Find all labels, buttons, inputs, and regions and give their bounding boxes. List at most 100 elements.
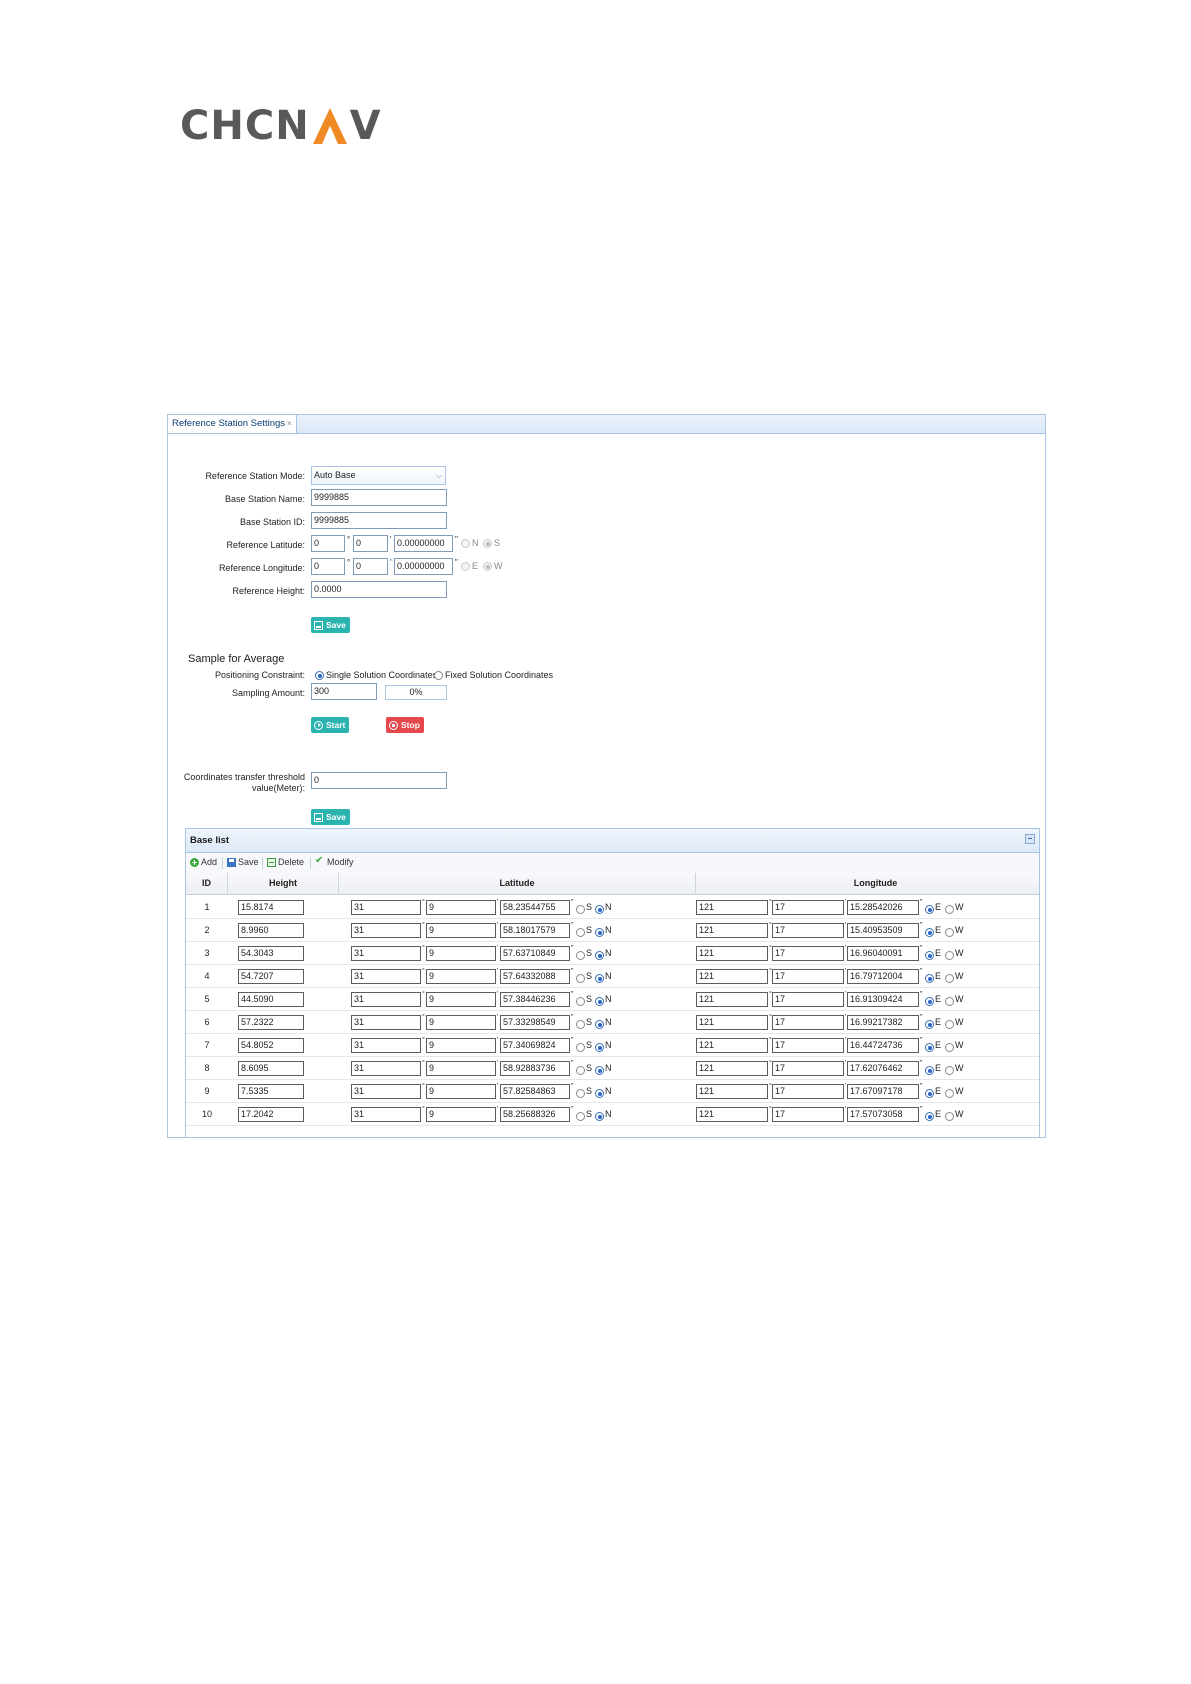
row-lon-minute-input[interactable]: 17 [772, 1015, 844, 1030]
row-lat-second-input[interactable]: 57.34069824 [500, 1038, 570, 1053]
row-lat-minute-input[interactable]: 9 [426, 900, 496, 915]
row-lat-s-radio[interactable] [576, 1112, 585, 1121]
row-lat-degree-input[interactable]: 31 [351, 1061, 421, 1076]
row-lon-w-radio[interactable] [945, 1066, 954, 1075]
row-lon-e-radio[interactable] [925, 1020, 934, 1029]
row-lon-degree-input[interactable]: 121 [696, 1038, 768, 1053]
tab-close-icon[interactable]: × [287, 419, 292, 428]
row-lat-second-input[interactable]: 57.64332088 [500, 969, 570, 984]
row-lat-n-radio[interactable] [595, 1043, 604, 1052]
row-lat-degree-input[interactable]: 31 [351, 1084, 421, 1099]
row-lon-second-input[interactable]: 16.44724736 [847, 1038, 919, 1053]
row-lon-second-input[interactable]: 17.67097178 [847, 1084, 919, 1099]
row-lat-minute-input[interactable]: 9 [426, 1061, 496, 1076]
table-row[interactable]: 7 54.8052 31 ° 9 ' 57.34069824 " S N 121 ° 17 ' 16.447… [186, 1034, 1039, 1057]
row-lat-s-radio[interactable] [576, 1020, 585, 1029]
threshold-save-button[interactable]: Save [311, 809, 350, 825]
latitude-minute-input[interactable]: 0 [353, 535, 388, 552]
row-height-input[interactable]: 57.2322 [238, 1015, 304, 1030]
row-lat-n-radio[interactable] [595, 1089, 604, 1098]
row-lat-second-input[interactable]: 57.63710849 [500, 946, 570, 961]
row-lon-w-radio[interactable] [945, 951, 954, 960]
row-lat-n-radio[interactable] [595, 1112, 604, 1121]
row-lon-e-radio[interactable] [925, 974, 934, 983]
row-lon-w-radio[interactable] [945, 997, 954, 1006]
row-lon-e-radio[interactable] [925, 905, 934, 914]
row-lon-e-radio[interactable] [925, 997, 934, 1006]
row-lon-w-radio[interactable] [945, 1089, 954, 1098]
row-lon-w-radio[interactable] [945, 905, 954, 914]
row-height-input[interactable]: 54.8052 [238, 1038, 304, 1053]
latitude-n-radio[interactable] [461, 539, 470, 548]
row-lon-minute-input[interactable]: 17 [772, 946, 844, 961]
row-lon-degree-input[interactable]: 121 [696, 969, 768, 984]
row-lat-second-input[interactable]: 57.38446236 [500, 992, 570, 1007]
row-height-input[interactable]: 54.3043 [238, 946, 304, 961]
row-height-input[interactable]: 15.8174 [238, 900, 304, 915]
row-lat-second-input[interactable]: 57.33298549 [500, 1015, 570, 1030]
table-row[interactable]: 3 54.3043 31 ° 9 ' 57.63710849 " S N 121 ° 17 ' 16.960… [186, 942, 1039, 965]
row-lat-n-radio[interactable] [595, 928, 604, 937]
threshold-input[interactable]: 0 [311, 772, 447, 789]
row-lat-minute-input[interactable]: 9 [426, 1084, 496, 1099]
row-lat-second-input[interactable]: 58.18017579 [500, 923, 570, 938]
table-row[interactable]: 9 7.5335 31 ° 9 ' 57.82584863 " S N 121 ° 17 ' 17.6709… [186, 1080, 1039, 1103]
row-height-input[interactable]: 7.5335 [238, 1084, 304, 1099]
row-lon-second-input[interactable]: 17.57073058 [847, 1107, 919, 1122]
row-lon-w-radio[interactable] [945, 1043, 954, 1052]
row-lon-degree-input[interactable]: 121 [696, 900, 768, 915]
row-lat-s-radio[interactable] [576, 997, 585, 1006]
row-lat-second-input[interactable]: 58.25688326 [500, 1107, 570, 1122]
row-lat-minute-input[interactable]: 9 [426, 946, 496, 961]
table-row[interactable]: 10 17.2042 31 ° 9 ' 58.25688326 " S N 121 ° 17 ' 17.57… [186, 1103, 1039, 1126]
row-lon-degree-input[interactable]: 121 [696, 1015, 768, 1030]
row-lon-w-radio[interactable] [945, 1112, 954, 1121]
row-lat-s-radio[interactable] [576, 1089, 585, 1098]
row-lon-w-radio[interactable] [945, 974, 954, 983]
delete-button[interactable]: Delete [267, 857, 304, 867]
collapse-icon[interactable] [1025, 834, 1035, 844]
row-lon-w-radio[interactable] [945, 928, 954, 937]
row-height-input[interactable]: 44.5090 [238, 992, 304, 1007]
height-input[interactable]: 0.0000 [311, 581, 447, 598]
row-lon-degree-input[interactable]: 121 [696, 946, 768, 961]
single-solution-radio[interactable] [315, 671, 324, 680]
longitude-w-radio[interactable] [483, 562, 492, 571]
row-lon-w-radio[interactable] [945, 1020, 954, 1029]
row-lon-degree-input[interactable]: 121 [696, 1084, 768, 1099]
id-input[interactable]: 9999885 [311, 512, 447, 529]
row-lat-degree-input[interactable]: 31 [351, 1015, 421, 1030]
row-lat-minute-input[interactable]: 9 [426, 923, 496, 938]
longitude-second-input[interactable]: 0.00000000 [394, 558, 453, 575]
row-lon-second-input[interactable]: 16.96040091 [847, 946, 919, 961]
table-row[interactable]: 1 15.8174 31 ° 9 ' 58.23544755 " S N 121 ° 17 ' 15.285… [186, 896, 1039, 919]
row-lat-second-input[interactable]: 58.23544755 [500, 900, 570, 915]
row-lat-second-input[interactable]: 58.92883736 [500, 1061, 570, 1076]
table-row[interactable]: 4 54.7207 31 ° 9 ' 57.64332088 " S N 121 ° 17 ' 16.797… [186, 965, 1039, 988]
row-lon-e-radio[interactable] [925, 928, 934, 937]
row-lat-minute-input[interactable]: 9 [426, 1107, 496, 1122]
row-lat-degree-input[interactable]: 31 [351, 1038, 421, 1053]
row-lat-second-input[interactable]: 57.82584863 [500, 1084, 570, 1099]
row-height-input[interactable]: 17.2042 [238, 1107, 304, 1122]
row-lat-s-radio[interactable] [576, 974, 585, 983]
row-lon-degree-input[interactable]: 121 [696, 923, 768, 938]
row-lon-e-radio[interactable] [925, 1066, 934, 1075]
row-lon-minute-input[interactable]: 17 [772, 992, 844, 1007]
row-lat-degree-input[interactable]: 31 [351, 900, 421, 915]
row-lon-second-input[interactable]: 15.28542026 [847, 900, 919, 915]
row-lat-minute-input[interactable]: 9 [426, 992, 496, 1007]
row-lat-degree-input[interactable]: 31 [351, 969, 421, 984]
row-lat-degree-input[interactable]: 31 [351, 946, 421, 961]
row-lon-degree-input[interactable]: 121 [696, 1061, 768, 1076]
row-lat-n-radio[interactable] [595, 951, 604, 960]
name-input[interactable]: 9999885 [311, 489, 447, 506]
row-lat-s-radio[interactable] [576, 1043, 585, 1052]
row-lat-s-radio[interactable] [576, 951, 585, 960]
longitude-degree-input[interactable]: 0 [311, 558, 345, 575]
row-lon-second-input[interactable]: 16.79712004 [847, 969, 919, 984]
fixed-solution-radio[interactable] [434, 671, 443, 680]
row-lat-minute-input[interactable]: 9 [426, 1038, 496, 1053]
row-lat-n-radio[interactable] [595, 905, 604, 914]
longitude-minute-input[interactable]: 0 [353, 558, 388, 575]
